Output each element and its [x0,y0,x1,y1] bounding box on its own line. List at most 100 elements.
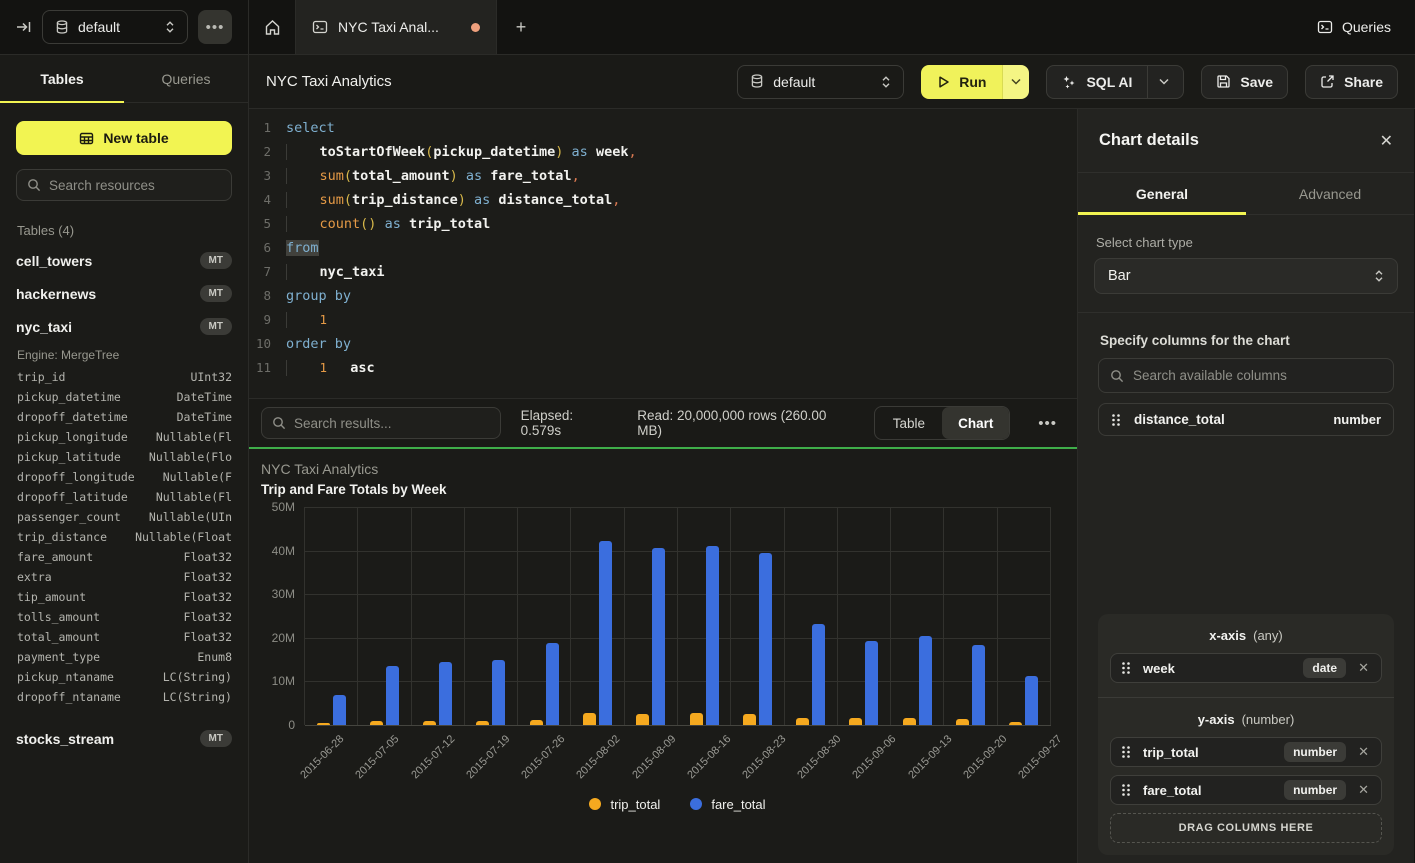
y-tick-label: 10M [272,674,295,688]
bar-fare_total[interactable] [812,624,825,725]
chart-type-select[interactable]: Bar [1094,258,1398,294]
tab-general[interactable]: General [1078,173,1246,214]
legend-item-fare_total[interactable]: fare_total [690,797,765,812]
bar-fare_total[interactable] [599,541,612,725]
code-text: 1 [286,308,342,332]
new-tab-button[interactable]: + [497,0,545,54]
bar-fare_total[interactable] [386,666,399,725]
queries-link[interactable]: Queries [1317,19,1391,35]
save-button[interactable]: Save [1201,65,1288,99]
view-toggle-chart[interactable]: Chart [942,407,1009,439]
column-type: DateTime [177,410,232,424]
collapse-sidebar-button[interactable] [16,19,32,35]
y-tick-label: 50M [272,500,295,514]
code-text: sum(trip_distance) as distance_total, [286,188,620,212]
drag-handle-icon[interactable] [1111,413,1123,427]
new-table-button[interactable]: New table [16,121,232,155]
bar-fare_total[interactable] [759,553,772,725]
sidebar-more-button[interactable]: ••• [198,10,232,44]
sql-editor[interactable]: 1select2 toStartOfWeek(pickup_datetime) … [249,109,1077,398]
toolbar-database-selector[interactable]: default [737,65,904,99]
column-name: tolls_amount [17,610,100,624]
results-toolbar: Elapsed: 0.579s Read: 20,000,000 rows (2… [249,398,1077,447]
results-search[interactable] [261,407,501,439]
line-number: 5 [249,212,286,236]
bar-fare_total[interactable] [972,645,985,725]
bar-group [944,507,997,725]
table-row[interactable]: hackernewsMT [16,277,232,310]
bar-fare_total[interactable] [546,643,559,725]
drag-handle-icon[interactable] [1121,661,1133,675]
table-name: cell_towers [16,253,92,269]
run-options-button[interactable] [1002,65,1029,99]
sidebar: Tables Queries New table Tables (4) cell… [0,55,249,863]
column-row: dropoff_ntanameLC(String) [16,687,232,707]
bar-trip_total[interactable] [743,714,756,725]
drag-columns-drop-zone[interactable]: DRAG COLUMNS HERE [1110,813,1382,843]
column-type: Float32 [184,570,232,584]
close-panel-button[interactable]: ✕ [1380,131,1393,151]
bar-trip_total[interactable] [636,714,649,725]
bar-fare_total[interactable] [439,662,452,725]
table-list: cell_towersMThackernewsMTnyc_taxiMTEngin… [0,244,248,863]
bar-group [412,507,465,725]
chart-title: NYC Taxi Analytics [261,461,1077,477]
tab-nyc-taxi-analytics[interactable]: NYC Taxi Anal... [296,0,497,54]
chart-details-header: Chart details ✕ [1078,109,1414,173]
chart-details-panel: Chart details ✕ General Advanced Select … [1077,109,1414,863]
sql-ai-button[interactable]: SQL AI [1046,65,1184,99]
results-more-button[interactable]: ••• [1030,415,1065,432]
bar-fare_total[interactable] [1025,676,1038,725]
y-axis-item-trip-total[interactable]: trip_total number ✕ [1110,737,1382,767]
legend-item-trip_total[interactable]: trip_total [589,797,660,812]
x-tick-label: 2015-08-30 [795,733,843,781]
bar-trip_total[interactable] [583,713,596,725]
table-row[interactable]: stocks_streamMT [16,722,232,755]
sidebar-tab-tables[interactable]: Tables [0,55,124,102]
tab-advanced[interactable]: Advanced [1246,173,1414,214]
table-row[interactable]: nyc_taxiMT [16,310,232,343]
y-axis-title: y-axis(number) [1110,712,1382,727]
bar-fare_total[interactable] [919,636,932,725]
home-button[interactable] [249,0,296,54]
share-button[interactable]: Share [1305,65,1398,99]
x-tick-label: 2015-07-12 [409,733,457,781]
bar-fare_total[interactable] [652,548,665,725]
column-type: LC(String) [163,670,232,684]
database-selector[interactable]: default [42,10,188,44]
legend-dot [589,798,601,810]
sidebar-search[interactable] [16,169,232,201]
columns-search-input[interactable] [1133,368,1382,383]
sidebar-search-input[interactable] [49,178,226,193]
bar-fare_total[interactable] [865,641,878,725]
column-name: pickup_ntaname [17,670,114,684]
results-search-input[interactable] [294,416,490,431]
code-token: ) [458,192,466,208]
remove-axis-item-button[interactable]: ✕ [1356,782,1371,798]
table-row[interactable]: cell_towersMT [16,244,232,277]
bar-trip_total[interactable] [796,718,809,725]
drag-handle-icon[interactable] [1121,783,1133,797]
bar-fare_total[interactable] [492,660,505,725]
bar-fare_total[interactable] [706,546,719,725]
available-column-distance-total[interactable]: distance_total number [1098,403,1394,436]
columns-search[interactable] [1098,358,1394,393]
remove-axis-item-button[interactable]: ✕ [1356,660,1371,676]
sidebar-tab-queries[interactable]: Queries [124,55,248,102]
view-toggle-table[interactable]: Table [875,407,942,439]
column-row: pickup_longitudeNullable(Fl [16,427,232,447]
code-text: nyc_taxi [286,260,385,284]
remove-axis-item-button[interactable]: ✕ [1356,744,1371,760]
run-button[interactable]: Run [921,65,1002,99]
bar-fare_total[interactable] [333,695,346,725]
code-token: 1 [320,312,343,327]
code-line: 7 nyc_taxi [249,260,1077,284]
bar-trip_total[interactable] [690,713,703,725]
drag-handle-icon[interactable] [1121,745,1133,759]
bar-group [305,507,358,725]
line-number: 3 [249,164,286,188]
x-axis-item-week[interactable]: week date ✕ [1110,653,1382,683]
y-axis-item-fare-total[interactable]: fare_total number ✕ [1110,775,1382,805]
column-name: pickup_datetime [17,390,121,404]
code-line: 8group by [249,284,1077,308]
